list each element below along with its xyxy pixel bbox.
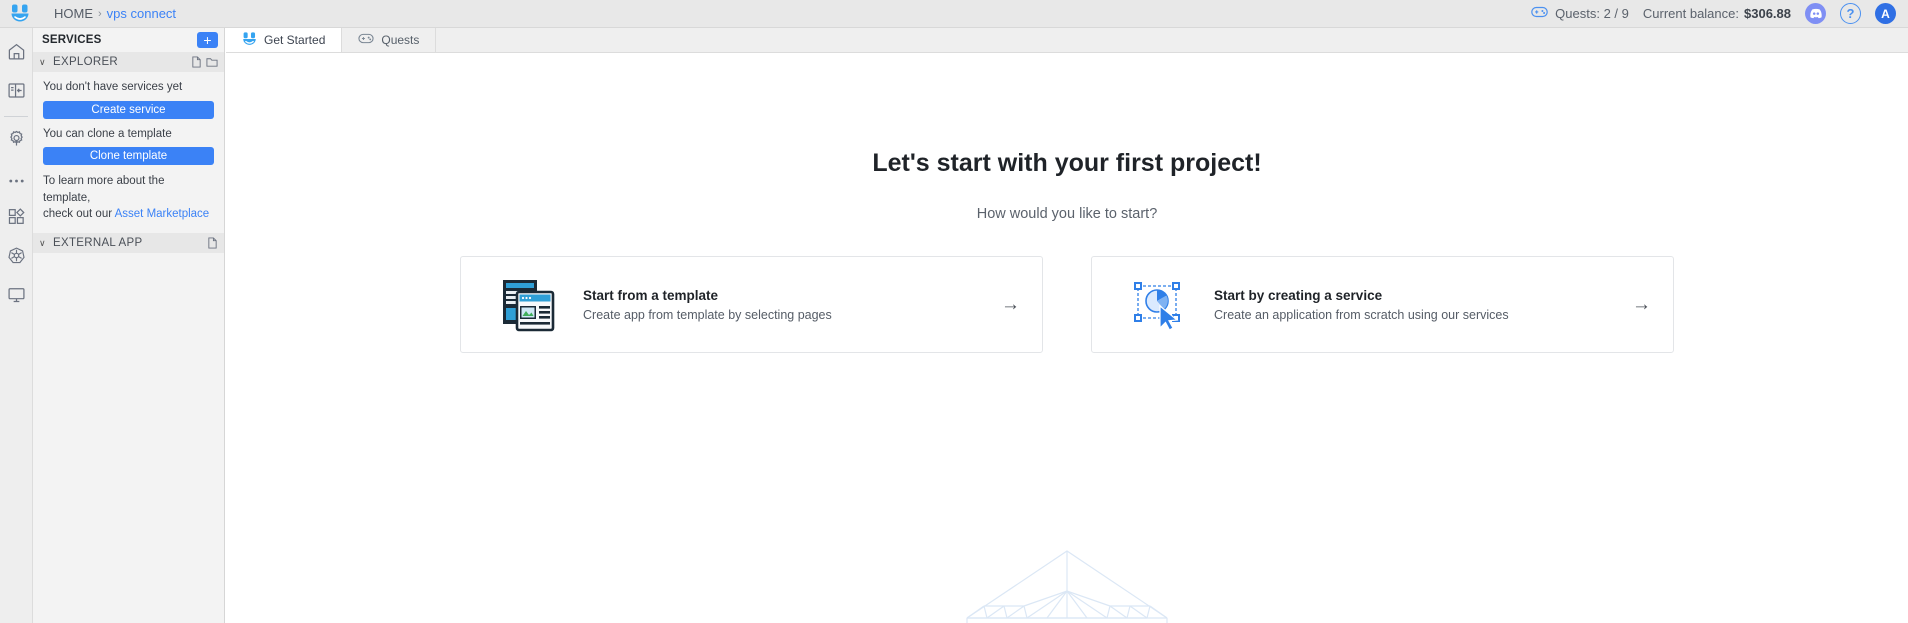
card-start-by-creating-service[interactable]: Start by creating a service Create an ap… <box>1091 256 1674 353</box>
gamepad-icon <box>1531 6 1548 21</box>
balance-label: Current balance: <box>1642 6 1739 21</box>
card-text: Start from a template Create app from te… <box>583 288 975 322</box>
card-text: Start by creating a service Create an ap… <box>1214 288 1606 322</box>
new-file-icon[interactable] <box>191 56 202 68</box>
breadcrumb: HOME › vps connect <box>54 6 176 21</box>
quests-indicator[interactable]: Quests: 2 / 9 <box>1531 6 1629 21</box>
icon-rail <box>0 28 33 623</box>
balance-value: $306.88 <box>1744 6 1791 21</box>
card-description: Create an application from scratch using… <box>1214 307 1509 322</box>
template-note: To learn more about the template, check … <box>43 173 214 223</box>
gamepad-icon <box>358 33 374 47</box>
clone-template-hint: You can clone a template <box>43 127 172 140</box>
external-app-header-actions <box>207 237 218 249</box>
page-title: Let's start with your first project! <box>872 149 1262 177</box>
avatar[interactable]: A <box>1875 3 1896 24</box>
start-options: Start from a template Create app from te… <box>226 256 1908 353</box>
home-icon <box>7 42 26 66</box>
avatar-label: A <box>1881 6 1890 21</box>
monitor-icon <box>7 285 26 309</box>
kubernetes-icon <box>7 246 26 270</box>
new-folder-icon[interactable] <box>206 56 218 68</box>
app-logo[interactable] <box>0 0 40 28</box>
template-pages-icon <box>499 276 557 334</box>
asset-marketplace-link[interactable]: Asset Marketplace <box>115 208 210 220</box>
breadcrumb-home[interactable]: HOME <box>54 6 93 21</box>
tab-label: Quests <box>381 33 420 47</box>
help-icon[interactable]: ? <box>1840 3 1861 24</box>
panel-layout-icon <box>7 81 26 105</box>
top-bar-actions: Quests: 2 / 9 Current balance: $306.88 ?… <box>1531 3 1908 24</box>
tab-label: Get Started <box>264 33 326 47</box>
plus-icon: + <box>203 32 212 48</box>
rail-item-workspace[interactable] <box>0 73 33 112</box>
breadcrumb-current[interactable]: vps connect <box>107 6 176 21</box>
get-started-canvas: Let's start with your first project! How… <box>226 53 1908 623</box>
main-area: Get Started Quests Let's start with your… <box>226 28 1908 623</box>
new-file-icon[interactable] <box>207 237 218 249</box>
discord-icon[interactable] <box>1805 3 1826 24</box>
explorer-header-actions <box>191 56 218 68</box>
explorer-body: You don't have services yet Create servi… <box>33 72 224 223</box>
card-title: Start from a template <box>583 287 719 303</box>
external-app-section-header[interactable]: ∨ EXTERNAL APP <box>33 233 224 254</box>
card-start-from-template[interactable]: Start from a template Create app from te… <box>460 256 1043 353</box>
rail-item-settings[interactable] <box>0 121 33 160</box>
top-bar: HOME › vps connect Quests: 2 / 9 Current… <box>0 0 1908 28</box>
rail-item-more[interactable] <box>0 160 33 199</box>
rail-divider <box>4 116 28 117</box>
card-description: Create app from template by selecting pa… <box>583 307 832 322</box>
tab-bar: Get Started Quests <box>226 28 1908 53</box>
smiley-logo-icon <box>242 31 257 49</box>
tab-get-started[interactable]: Get Started <box>226 28 343 52</box>
add-service-button[interactable]: + <box>197 32 218 48</box>
no-services-hint: You don't have services yet <box>43 81 183 93</box>
services-panel-header: SERVICES + <box>33 28 224 52</box>
explorer-section-header[interactable]: ∨ EXPLORER <box>33 52 224 72</box>
breadcrumb-separator: › <box>98 7 102 20</box>
tab-quests[interactable]: Quests <box>342 28 437 52</box>
template-note-line2: check out our <box>43 208 115 221</box>
gear-icon <box>7 129 26 153</box>
create-service-button[interactable]: Create service <box>43 100 214 119</box>
chevron-down-icon: ∨ <box>39 56 46 67</box>
rail-item-home[interactable] <box>0 34 33 73</box>
rail-item-apps[interactable] <box>0 199 33 238</box>
arrow-right-icon: → <box>1632 293 1651 315</box>
services-panel: SERVICES + ∨ EXPLORER You don't have ser… <box>33 28 225 623</box>
rail-item-kubernetes[interactable] <box>0 238 33 277</box>
arrow-right-icon: → <box>1001 293 1020 315</box>
explorer-label: EXPLORER <box>53 56 119 68</box>
chevron-down-icon: ∨ <box>39 237 46 248</box>
card-title: Start by creating a service <box>1214 287 1383 303</box>
help-label: ? <box>1846 6 1855 21</box>
apps-grid-icon <box>7 207 26 231</box>
external-app-label: EXTERNAL APP <box>53 237 143 250</box>
create-service-cursor-icon <box>1130 276 1188 334</box>
truss-blueprint-illustration <box>226 543 1908 623</box>
page-subtitle: How would you like to start? <box>976 206 1158 222</box>
more-dots-icon <box>7 171 26 189</box>
clone-template-button[interactable]: Clone template <box>43 147 214 166</box>
panel-title: SERVICES <box>42 34 102 46</box>
quests-label: Quests: 2 / 9 <box>1555 6 1629 21</box>
template-note-line1: To learn more about the template, <box>43 175 165 204</box>
current-balance: Current balance: $306.88 <box>1643 6 1791 21</box>
rail-item-monitor[interactable] <box>0 277 33 316</box>
